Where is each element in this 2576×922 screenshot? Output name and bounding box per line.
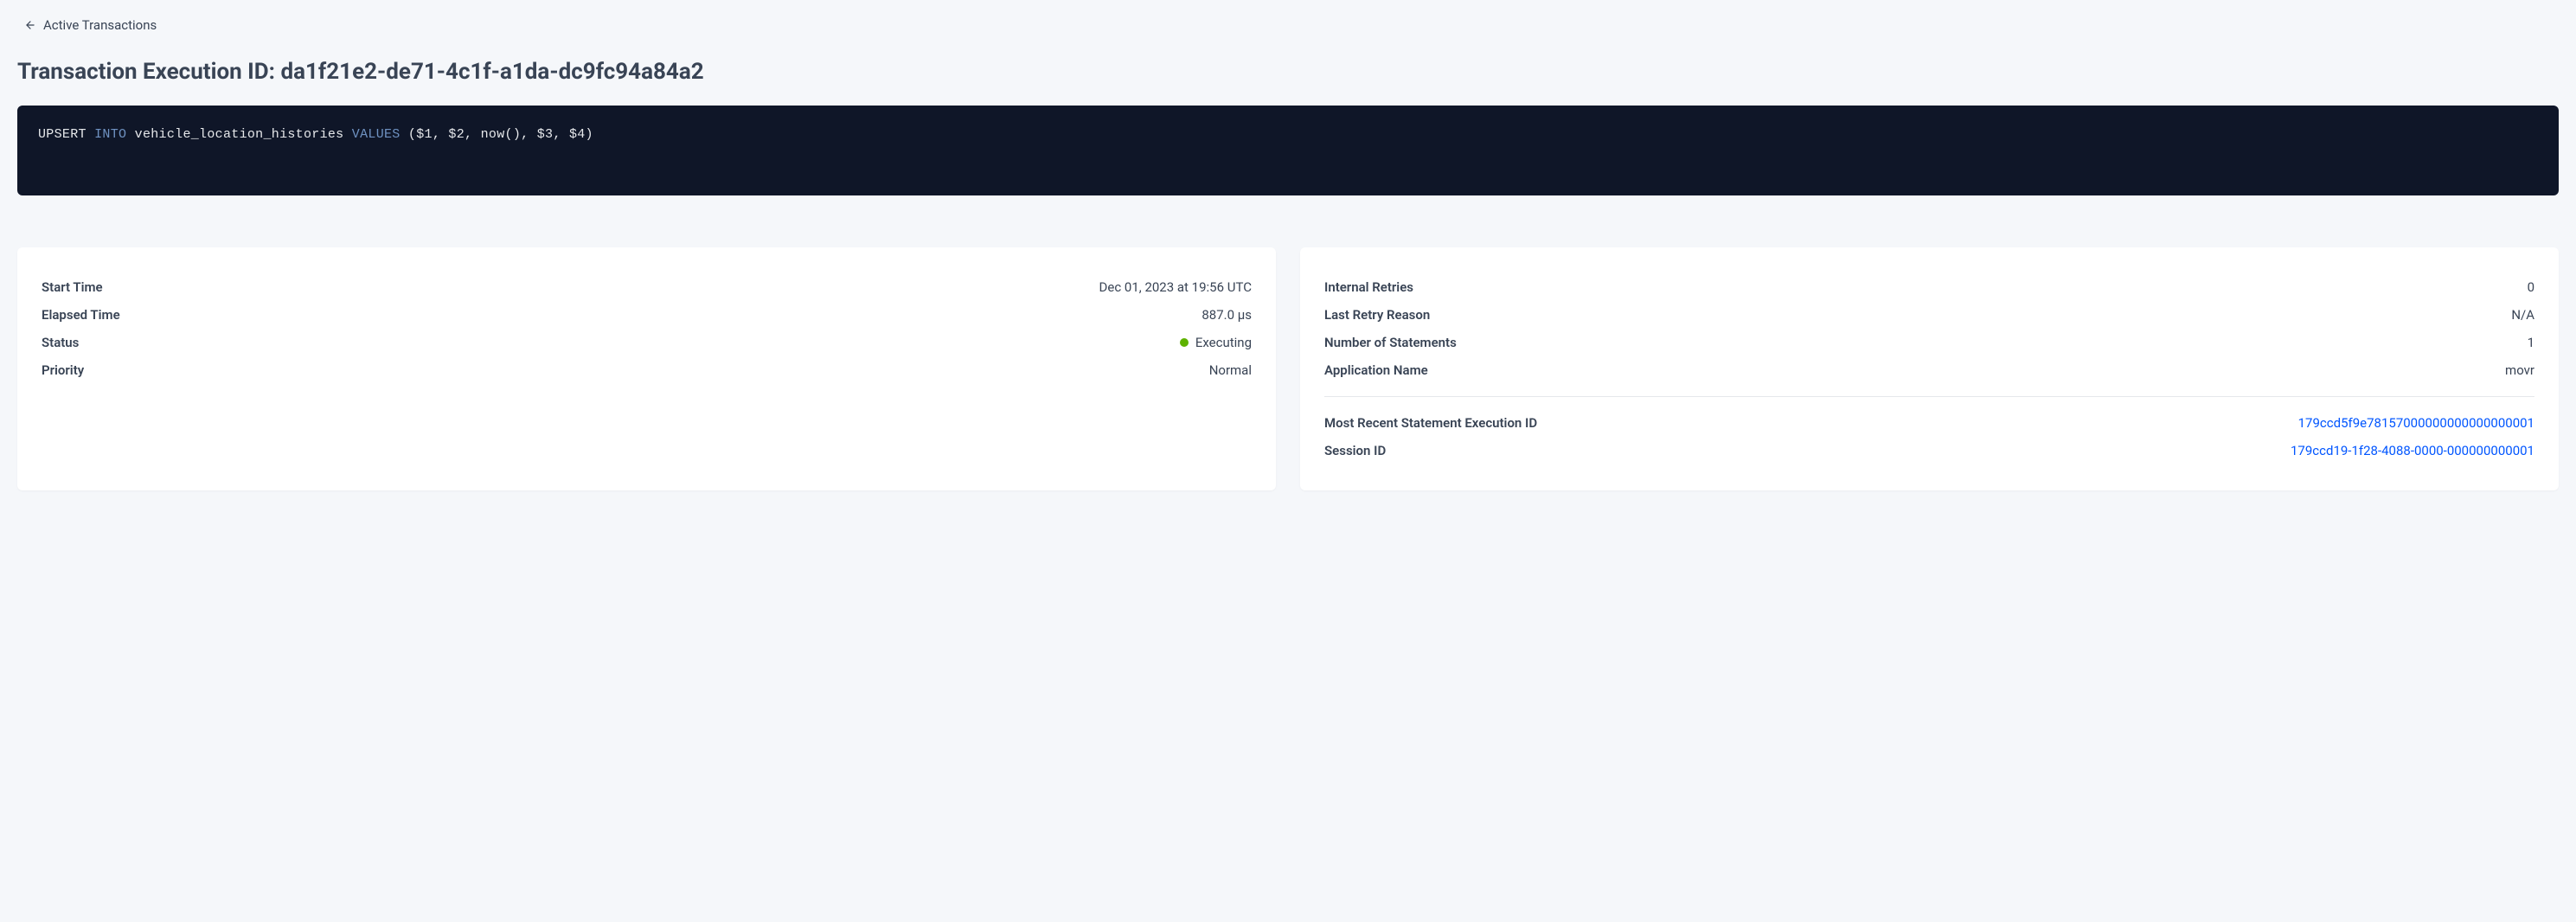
stmt-exec-id-row: Most Recent Statement Execution ID 179cc… <box>1324 409 2534 437</box>
status-value-wrapper: Executing <box>1180 335 1252 350</box>
num-statements-label: Number of Statements <box>1324 335 1457 350</box>
elapsed-time-value: 887.0 µs <box>1201 307 1252 323</box>
sql-statement-text: UPSERT INTO vehicle_location_histories V… <box>38 127 593 142</box>
transaction-detail-card: Internal Retries 0 Last Retry Reason N/A… <box>1300 247 2559 490</box>
status-value: Executing <box>1195 335 1252 350</box>
execution-summary-card: Start Time Dec 01, 2023 at 19:56 UTC Ela… <box>17 247 1276 490</box>
priority-row: Priority Normal <box>42 356 1252 384</box>
priority-label: Priority <box>42 362 84 378</box>
internal-retries-label: Internal Retries <box>1324 279 1413 295</box>
last-retry-reason-row: Last Retry Reason N/A <box>1324 301 2534 329</box>
num-statements-value: 1 <box>2528 335 2534 350</box>
breadcrumb[interactable]: Active Transactions <box>24 17 2559 33</box>
arrow-left-icon <box>24 19 36 31</box>
status-dot-icon <box>1180 338 1189 347</box>
divider <box>1324 396 2534 397</box>
start-time-label: Start Time <box>42 279 103 295</box>
app-name-row: Application Name movr <box>1324 356 2534 384</box>
elapsed-time-row: Elapsed Time 887.0 µs <box>42 301 1252 329</box>
app-name-value: movr <box>2505 362 2534 378</box>
last-retry-reason-label: Last Retry Reason <box>1324 307 1430 323</box>
internal-retries-value: 0 <box>2528 279 2534 295</box>
status-row: Status Executing <box>42 329 1252 356</box>
num-statements-row: Number of Statements 1 <box>1324 329 2534 356</box>
sql-statement-block: UPSERT INTO vehicle_location_histories V… <box>17 106 2559 195</box>
breadcrumb-label[interactable]: Active Transactions <box>43 17 157 33</box>
session-id-label: Session ID <box>1324 443 1386 458</box>
internal-retries-row: Internal Retries 0 <box>1324 273 2534 301</box>
stmt-exec-id-label: Most Recent Statement Execution ID <box>1324 415 1537 431</box>
detail-cards-row: Start Time Dec 01, 2023 at 19:56 UTC Ela… <box>17 247 2559 490</box>
status-label: Status <box>42 335 79 350</box>
elapsed-time-label: Elapsed Time <box>42 307 120 323</box>
session-id-row: Session ID 179ccd19-1f28-4088-0000-00000… <box>1324 437 2534 464</box>
start-time-value: Dec 01, 2023 at 19:56 UTC <box>1099 279 1252 295</box>
stmt-exec-id-link[interactable]: 179ccd5f9e78157000000000000000001 <box>2298 415 2534 431</box>
session-id-link[interactable]: 179ccd19-1f28-4088-0000-000000000001 <box>2291 443 2534 458</box>
app-name-label: Application Name <box>1324 362 1428 378</box>
start-time-row: Start Time Dec 01, 2023 at 19:56 UTC <box>42 273 1252 301</box>
page-title: Transaction Execution ID: da1f21e2-de71-… <box>17 59 2559 85</box>
priority-value: Normal <box>1209 362 1252 378</box>
last-retry-reason-value: N/A <box>2511 307 2534 323</box>
